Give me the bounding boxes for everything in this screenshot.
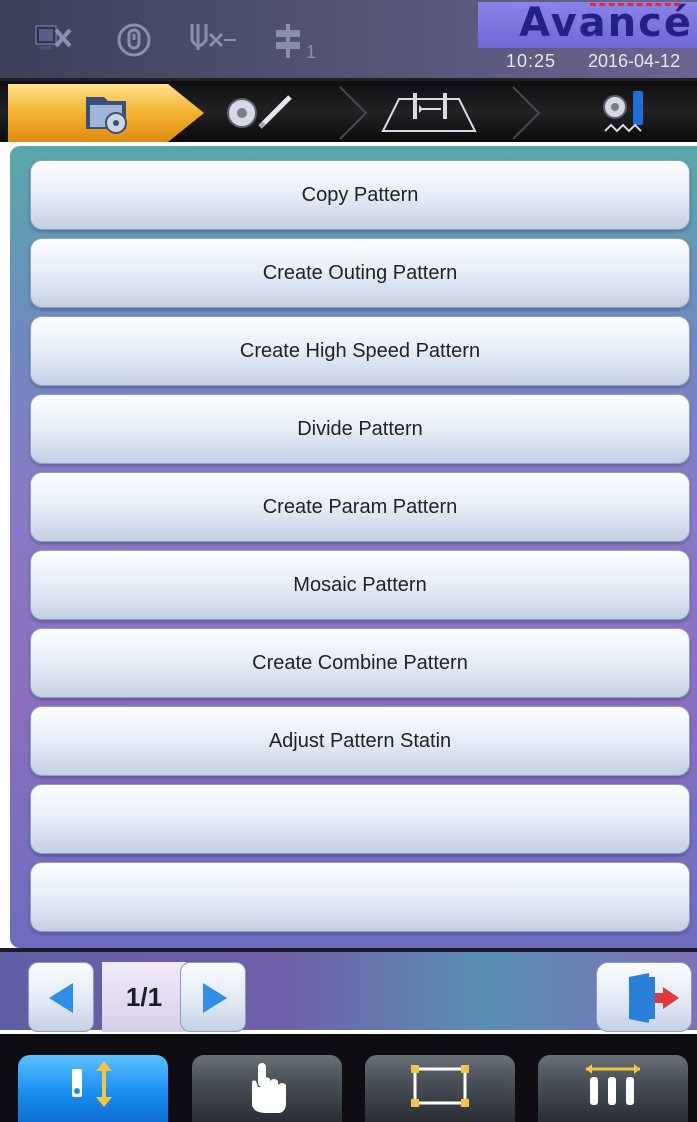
- brand-logo: Avancé: [519, 0, 693, 46]
- create-param-pattern-button[interactable]: Create Param Pattern: [30, 472, 690, 542]
- flower-pencil-icon: [227, 95, 292, 129]
- empty-menu-button[interactable]: [30, 784, 690, 854]
- needle-move-icon: [72, 1061, 112, 1107]
- embroider-tab[interactable]: [545, 81, 697, 145]
- prev-page-button[interactable]: [28, 962, 94, 1032]
- needle-position-icon: 1: [270, 20, 316, 62]
- frame-rect-button[interactable]: [365, 1055, 515, 1122]
- copy-pattern-button[interactable]: Copy Pattern: [30, 160, 690, 230]
- status-bar: 1 Avancé 10:25 2016-04-12: [0, 0, 697, 78]
- hand-button[interactable]: [192, 1055, 342, 1122]
- needle-rack-button[interactable]: [538, 1055, 688, 1122]
- adjust-pattern-statin-button[interactable]: Adjust Pattern Statin: [30, 706, 690, 776]
- flower-needle-icon: [603, 91, 643, 133]
- mosaic-pattern-button[interactable]: Mosaic Pattern: [30, 550, 690, 620]
- svg-text:1: 1: [306, 42, 316, 62]
- page-indicator: 1/1: [102, 962, 186, 1032]
- hand-pointer-icon: [252, 1063, 286, 1113]
- tab-strip: [0, 78, 697, 142]
- file-manage-tab[interactable]: [8, 81, 208, 145]
- rotation-lock-icon: [112, 20, 156, 60]
- create-outing-pattern-button[interactable]: Create Outing Pattern: [30, 238, 690, 308]
- folder-flower-icon: [86, 97, 127, 134]
- clock-date: 2016-04-12: [588, 51, 681, 71]
- create-high-speed-pattern-button[interactable]: Create High Speed Pattern: [30, 316, 690, 386]
- exit-button[interactable]: [596, 962, 692, 1032]
- create-combine-pattern-button[interactable]: Create Combine Pattern: [30, 628, 690, 698]
- divide-pattern-button[interactable]: Divide Pattern: [30, 394, 690, 464]
- clock-time: 10:25: [506, 51, 557, 71]
- empty-menu-button[interactable]: [30, 862, 690, 932]
- arrow-left-icon: [49, 983, 73, 1013]
- frame-rect-icon: [411, 1065, 469, 1107]
- arrow-right-icon: [203, 983, 227, 1013]
- network-disconnected-icon: [34, 20, 78, 60]
- pattern-edit-tab[interactable]: [190, 81, 370, 145]
- pager: 1/1: [28, 962, 246, 1032]
- needle-move-button[interactable]: [18, 1055, 168, 1122]
- frame-tab[interactable]: [365, 81, 545, 145]
- frame-needle-icon: [381, 93, 477, 132]
- exit-door-icon: [629, 973, 679, 1023]
- thread-break-icon: [188, 20, 236, 60]
- needle-rack-icon: [586, 1064, 640, 1105]
- next-page-button[interactable]: [180, 962, 246, 1032]
